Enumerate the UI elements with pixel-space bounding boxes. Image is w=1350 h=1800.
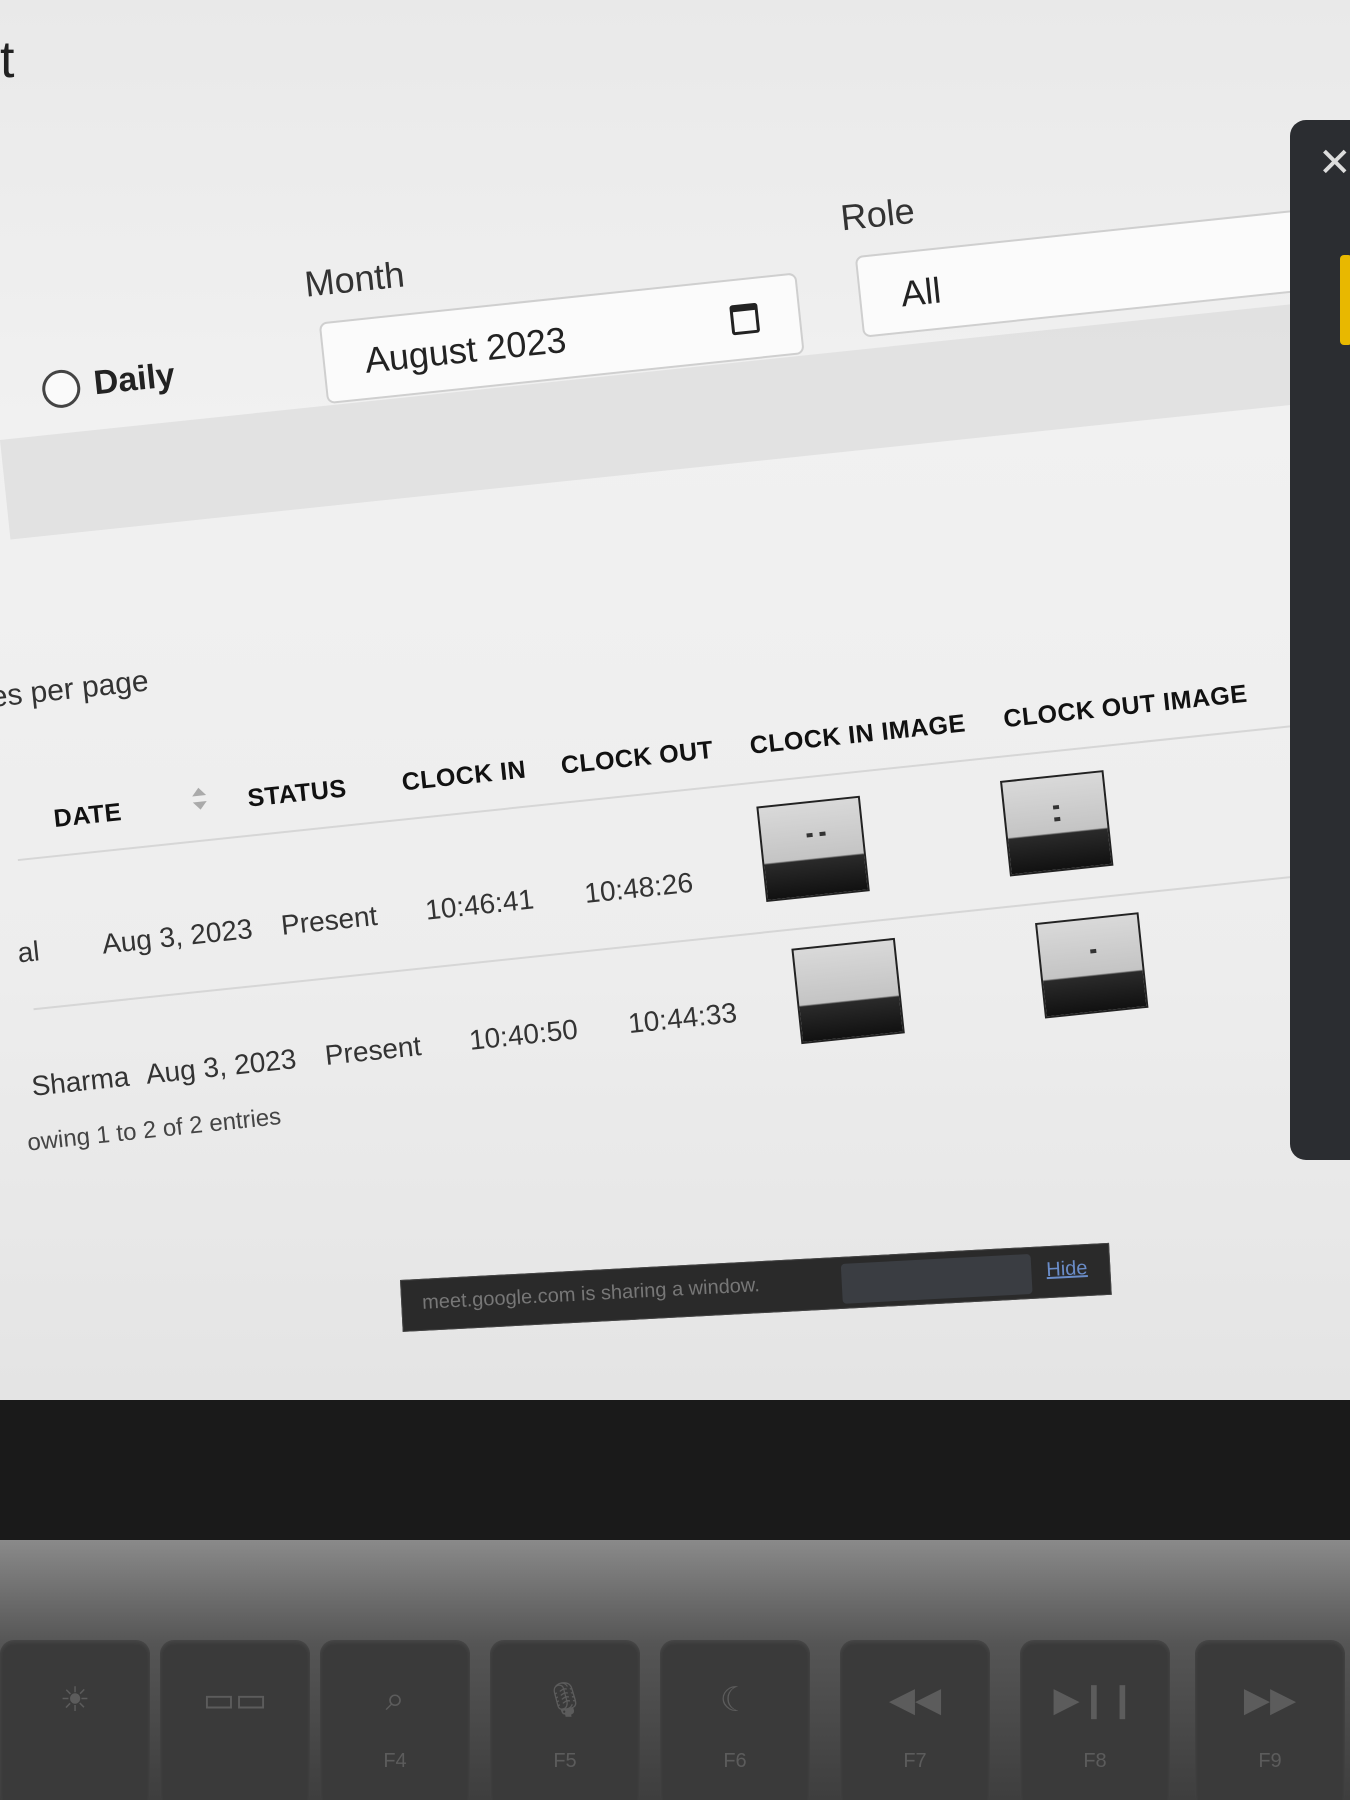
- column-header-clock-in-image[interactable]: CLOCK IN IMAGE: [748, 709, 967, 760]
- page-title: t: [0, 31, 15, 89]
- key-label: F6: [723, 1750, 747, 1772]
- keyboard-key[interactable]: ⌕ F4: [320, 1640, 470, 1800]
- keyboard-key[interactable]: ▭▭: [160, 1640, 310, 1800]
- column-header-clock-out-image[interactable]: CLOCK OUT IMAGE: [1002, 680, 1249, 734]
- mission-control-icon: ▭▭: [202, 1681, 268, 1719]
- keyboard-key[interactable]: 🎙 F5: [490, 1640, 640, 1800]
- role-label: Role: [838, 189, 917, 239]
- sort-desc-icon[interactable]: [192, 800, 208, 811]
- keyboard-key[interactable]: ☾ F6: [660, 1640, 810, 1800]
- clock-in-image-thumbnail[interactable]: [791, 937, 905, 1045]
- calendar-icon[interactable]: [729, 302, 761, 336]
- laptop-bezel: [0, 1400, 1350, 1540]
- table-cell-date: Aug 3, 2023: [144, 1043, 298, 1090]
- clock-out-image-thumbnail[interactable]: [1035, 912, 1149, 1019]
- table-cell-clock-out: 10:48:26: [582, 866, 695, 909]
- rewind-icon: ◀◀: [888, 1681, 942, 1719]
- table-cell-clock-in: 10:40:50: [467, 1013, 580, 1056]
- sort-asc-icon[interactable]: [191, 787, 207, 797]
- table-cell-name: al: [15, 935, 41, 969]
- fast-forward-icon: ▶▶: [1243, 1681, 1297, 1719]
- brightness-up-icon: ☀: [59, 1681, 91, 1719]
- clock-in-image-thumbnail[interactable]: [756, 795, 870, 903]
- table-cell-status: Present: [323, 1030, 423, 1071]
- table-info: owing 1 to 2 of 2 entries: [26, 1103, 283, 1157]
- key-label: F5: [553, 1750, 577, 1772]
- key-label: F9: [1258, 1750, 1282, 1772]
- microphone-icon: 🎙: [543, 1681, 587, 1719]
- play-pause-icon: ▶❙❙: [1053, 1681, 1137, 1719]
- key-label: F8: [1083, 1750, 1107, 1772]
- row-divider: [17, 712, 1350, 862]
- column-header-date[interactable]: DATE: [52, 798, 123, 834]
- table-cell-clock-in: 10:46:41: [423, 883, 536, 926]
- month-label: Month: [302, 253, 407, 305]
- column-header-clock-in[interactable]: CLOCK IN: [400, 756, 527, 798]
- close-icon[interactable]: ✕: [1318, 140, 1350, 186]
- stop-sharing-button[interactable]: [840, 1253, 1033, 1304]
- keyboard-key[interactable]: ◀◀ F7: [840, 1640, 990, 1800]
- daily-radio-label[interactable]: Daily: [92, 356, 177, 403]
- clock-out-image-thumbnail[interactable]: [999, 770, 1114, 877]
- screen: t Daily Month August 2023 Role All es pe…: [0, 0, 1350, 1400]
- role-value: All: [898, 269, 943, 315]
- keyboard-key[interactable]: ▶▶ F9: [1195, 1640, 1345, 1800]
- entries-per-page-label: es per page: [0, 664, 151, 714]
- daily-radio[interactable]: [40, 367, 83, 410]
- keyboard-key[interactable]: ☀: [0, 1640, 150, 1800]
- column-header-status[interactable]: STATUS: [246, 774, 348, 813]
- column-header-clock-out[interactable]: CLOCK OUT: [560, 736, 715, 781]
- side-panel-accent: [1340, 255, 1350, 345]
- table-cell-clock-out: 10:44:33: [626, 996, 739, 1040]
- table-cell-date: Aug 3, 2023: [100, 913, 254, 960]
- table-cell-status: Present: [279, 899, 379, 941]
- search-icon: ⌕: [385, 1680, 405, 1718]
- key-label: F4: [383, 1750, 407, 1772]
- attendance-table: es per page DATE STATUS CLOCK IN CLOCK O…: [0, 544, 1350, 1247]
- table-cell-name: Sharma: [29, 1060, 131, 1102]
- key-label: F7: [903, 1750, 927, 1772]
- keyboard-key[interactable]: ▶❙❙ F8: [1020, 1640, 1170, 1800]
- screen-share-text: meet.google.com is sharing a window.: [421, 1274, 761, 1314]
- moon-icon: ☾: [719, 1681, 751, 1719]
- hide-link[interactable]: Hide: [1046, 1257, 1088, 1282]
- screen-share-bar: meet.google.com is sharing a window. Hid…: [400, 1242, 1112, 1332]
- month-value: August 2023: [362, 318, 569, 381]
